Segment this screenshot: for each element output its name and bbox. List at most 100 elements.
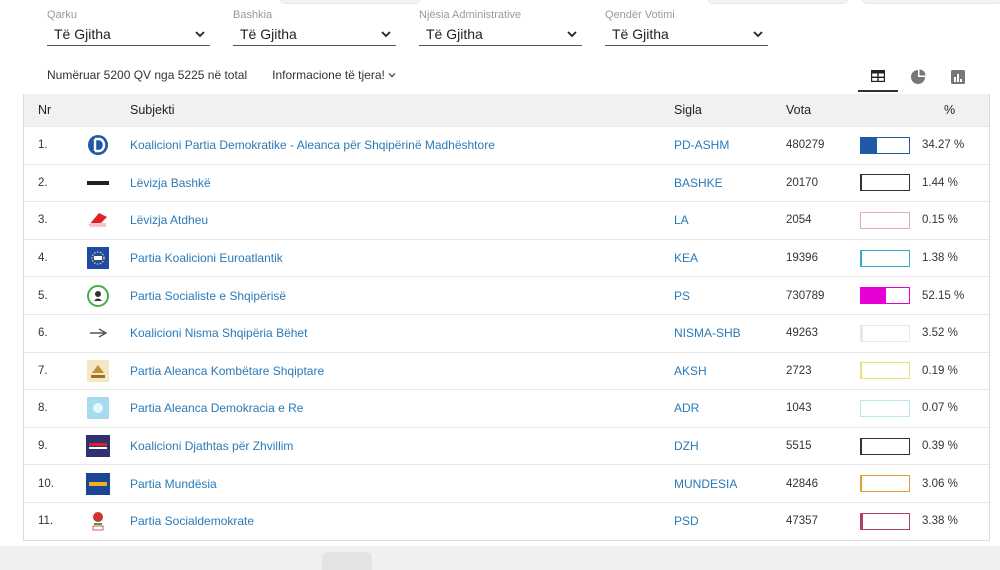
share-bar <box>860 174 910 192</box>
njesia-select[interactable]: Të Gjitha <box>419 22 582 46</box>
row-vota: 5515 <box>786 440 812 453</box>
header-pct: % <box>944 103 956 117</box>
header-sigla: Sigla <box>674 103 702 117</box>
table-header: Nr Subjekti Sigla Vota % <box>24 94 989 126</box>
row-sigla: AKSH <box>674 363 707 378</box>
row-sigla: PSD <box>674 514 699 529</box>
table-row: 9. Koalicioni Djathtas për Zhvillim DZH 551… <box>24 426 989 465</box>
top-tab-stub <box>862 0 1000 4</box>
subject-link[interactable]: Koalicioni Djathtas për Zhvillim <box>130 439 293 453</box>
row-nr: 1. <box>38 139 48 152</box>
row-subject: Partia Aleanca Demokracia e Re <box>130 401 674 415</box>
row-nr: 6. <box>38 327 48 340</box>
bashke-logo-icon <box>86 172 110 194</box>
share-bar-cell <box>860 249 922 267</box>
row-pct: 0.15 % <box>922 214 958 227</box>
subject-link[interactable]: Lëvizja Atdheu <box>130 213 208 227</box>
chevron-down-icon <box>753 30 763 37</box>
nisma-logo-icon <box>86 322 110 344</box>
subject-link[interactable]: Partia Aleanca Demokracia e Re <box>130 401 303 415</box>
row-vota: 1043 <box>786 402 812 415</box>
share-bar-cell <box>860 399 922 417</box>
table-row: 2. Lëvizja Bashkë BASHKE 20170 1.44 % <box>24 163 989 202</box>
row-sigla: NISMA-SHB <box>674 326 741 341</box>
table-row: 4. Partia Koalicioni Euroatlantik KEA 19396… <box>24 238 989 277</box>
row-nr: 8. <box>38 402 48 415</box>
share-bar-fill <box>861 288 887 304</box>
qender-select[interactable]: Të Gjitha <box>605 22 768 46</box>
table-row: 8. Partia Aleanca Demokracia e Re ADR 1043 0… <box>24 389 989 427</box>
subject-link[interactable]: Partia Koalicioni Euroatlantik <box>130 251 283 265</box>
row-nr: 10. <box>38 477 54 490</box>
share-bar-fill <box>861 513 863 529</box>
logo-cell <box>66 322 130 344</box>
view-tabs <box>858 62 978 92</box>
logo-cell <box>66 172 130 194</box>
chevron-down-icon <box>388 73 396 78</box>
row-subject: Partia Socialiste e Shqipërisë <box>130 289 674 303</box>
select-value: Të Gjitha <box>612 25 669 42</box>
share-bar <box>860 287 910 305</box>
share-bar-cell <box>860 324 922 342</box>
row-subject: Lëvizja Atdheu <box>130 213 674 227</box>
table-row: 1. Koalicioni Partia Demokratike - Aleanc… <box>24 126 989 164</box>
pie-view-icon <box>911 69 926 84</box>
subject-link[interactable]: Koalicioni Partia Demokratike - Aleanca … <box>130 138 495 152</box>
bar-view-tab[interactable] <box>938 62 978 92</box>
ps-logo-icon <box>86 284 110 307</box>
row-nr: 7. <box>38 364 48 377</box>
row-vota: 19396 <box>786 252 818 265</box>
row-vota: 20170 <box>786 176 818 189</box>
results-table: Nr Subjekti Sigla Vota % 1. Koalicioni Pa… <box>23 94 990 541</box>
row-vota: 42846 <box>786 477 818 490</box>
logo-cell <box>66 247 130 270</box>
row-subject: Lëvizja Bashkë <box>130 176 674 190</box>
pie-view-tab[interactable] <box>898 62 938 92</box>
subject-link[interactable]: Lëvizja Bashkë <box>130 176 211 190</box>
share-bar-fill <box>861 250 862 266</box>
table-row: 7. Partia Aleanca Kombëtare Shqiptare AKSH… <box>24 351 989 390</box>
share-bar-cell <box>860 362 922 380</box>
subject-link[interactable]: Partia Mundësia <box>130 477 217 491</box>
subject-link[interactable]: Partia Aleanca Kombëtare Shqiptare <box>130 364 324 378</box>
row-nr: 3. <box>38 214 48 227</box>
row-vota: 2723 <box>786 364 812 377</box>
more-info-toggle[interactable]: Informacione të tjera! <box>272 68 396 82</box>
row-pct: 3.52 % <box>922 327 958 340</box>
subject-link[interactable]: Koalicioni Nisma Shqipëria Bëhet <box>130 326 307 340</box>
row-pct: 52.15 % <box>922 289 965 302</box>
row-sigla: KEA <box>674 251 699 266</box>
chevron-down-icon <box>567 30 577 37</box>
share-bar-cell <box>860 136 922 154</box>
kea-logo-icon <box>86 247 110 270</box>
share-bar-cell <box>860 287 922 305</box>
logo-cell <box>66 510 130 532</box>
row-pct: 34.27 % <box>922 139 965 152</box>
row-sigla: MUNDESIA <box>674 476 738 491</box>
share-bar <box>860 399 910 417</box>
table-view-tab[interactable] <box>858 62 898 92</box>
subject-link[interactable]: Partia Socialdemokrate <box>130 514 254 528</box>
row-subject: Koalicioni Nisma Shqipëria Bëhet <box>130 326 674 340</box>
row-sigla: DZH <box>674 439 699 454</box>
qarku-select[interactable]: Të Gjitha <box>47 22 210 46</box>
footer-tab <box>322 552 372 570</box>
row-nr: 11. <box>38 515 54 528</box>
bashkia-select[interactable]: Të Gjitha <box>233 22 396 46</box>
row-nr: 2. <box>38 176 48 189</box>
header-vota: Vota <box>786 103 812 117</box>
filter-qender: Qendër Votimi Të Gjitha <box>605 8 768 46</box>
row-pct: 3.38 % <box>922 515 958 528</box>
row-pct: 0.19 % <box>922 364 958 377</box>
footer-band <box>0 546 1000 570</box>
share-bar <box>860 437 910 455</box>
row-vota: 730789 <box>786 289 825 302</box>
row-pct: 0.39 % <box>922 440 958 453</box>
info-bar: Numëruar 5200 QV nga 5225 në total Infor… <box>47 68 396 82</box>
header-nr: Nr <box>38 103 52 117</box>
share-bar-cell <box>860 211 922 229</box>
subject-link[interactable]: Partia Socialiste e Shqipërisë <box>130 289 286 303</box>
more-info-label: Informacione të tjera! <box>272 68 385 82</box>
top-tab-stub <box>280 0 420 4</box>
row-sigla: BASHKE <box>674 175 723 190</box>
